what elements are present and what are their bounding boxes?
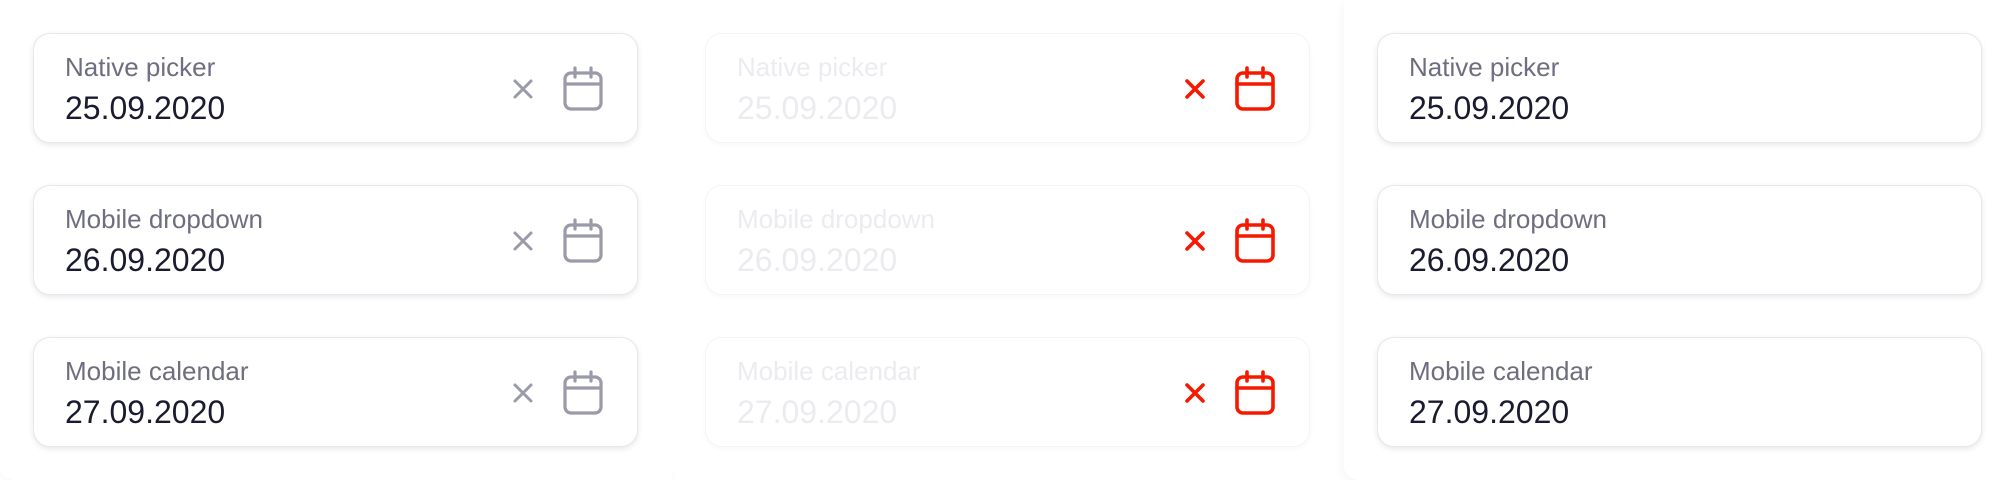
date-value: 25.09.2020 bbox=[1409, 90, 1570, 126]
calendar-icon[interactable] bbox=[559, 216, 607, 266]
date-value: 26.09.2020 bbox=[737, 242, 898, 278]
date-picker-showcase: Native picker 25.09.2020 Mobile dropdown… bbox=[0, 0, 2016, 480]
close-icon[interactable] bbox=[505, 375, 541, 411]
mobile-dropdown-field[interactable]: Mobile dropdown 26.09.2020 bbox=[1377, 185, 1982, 295]
field-label: Mobile calendar bbox=[737, 356, 921, 386]
calendar-icon[interactable] bbox=[1231, 216, 1279, 266]
date-value: 26.09.2020 bbox=[1409, 242, 1570, 278]
field-label: Native picker bbox=[737, 52, 888, 82]
mobile-calendar-field: Mobile calendar 27.09.2020 bbox=[705, 337, 1310, 447]
close-icon[interactable] bbox=[505, 223, 541, 259]
date-value: 27.09.2020 bbox=[737, 394, 898, 430]
no-icons-column: Native picker 25.09.2020 Mobile dropdown… bbox=[1344, 0, 2016, 480]
native-picker-field: Native picker 25.09.2020 bbox=[705, 33, 1310, 143]
close-icon[interactable] bbox=[1177, 71, 1213, 107]
field-label: Mobile calendar bbox=[65, 356, 249, 386]
close-icon[interactable] bbox=[1177, 375, 1213, 411]
calendar-icon[interactable] bbox=[559, 368, 607, 418]
close-icon[interactable] bbox=[505, 71, 541, 107]
date-value: 27.09.2020 bbox=[65, 394, 226, 430]
mobile-calendar-field[interactable]: Mobile calendar 27.09.2020 bbox=[33, 337, 638, 447]
mobile-dropdown-field[interactable]: Mobile dropdown 26.09.2020 bbox=[33, 185, 638, 295]
date-value: 26.09.2020 bbox=[65, 242, 226, 278]
date-value: 25.09.2020 bbox=[65, 90, 226, 126]
field-label: Mobile dropdown bbox=[1409, 204, 1608, 234]
date-value: 27.09.2020 bbox=[1409, 394, 1570, 430]
calendar-icon[interactable] bbox=[559, 64, 607, 114]
field-label: Native picker bbox=[1409, 52, 1560, 82]
mobile-dropdown-field: Mobile dropdown 26.09.2020 bbox=[705, 185, 1310, 295]
field-label: Mobile dropdown bbox=[65, 204, 264, 234]
default-state-column: Native picker 25.09.2020 Mobile dropdown… bbox=[0, 0, 672, 480]
field-label: Mobile dropdown bbox=[737, 204, 936, 234]
mobile-calendar-field[interactable]: Mobile calendar 27.09.2020 bbox=[1377, 337, 1982, 447]
field-label: Mobile calendar bbox=[1409, 356, 1593, 386]
calendar-icon[interactable] bbox=[1231, 368, 1279, 418]
disabled-state-column: Native picker 25.09.2020 Mobile dropdown… bbox=[672, 0, 1344, 480]
close-icon[interactable] bbox=[1177, 223, 1213, 259]
date-value: 25.09.2020 bbox=[737, 90, 898, 126]
native-picker-field[interactable]: Native picker 25.09.2020 bbox=[33, 33, 638, 143]
field-label: Native picker bbox=[65, 52, 216, 82]
native-picker-field[interactable]: Native picker 25.09.2020 bbox=[1377, 33, 1982, 143]
calendar-icon[interactable] bbox=[1231, 64, 1279, 114]
